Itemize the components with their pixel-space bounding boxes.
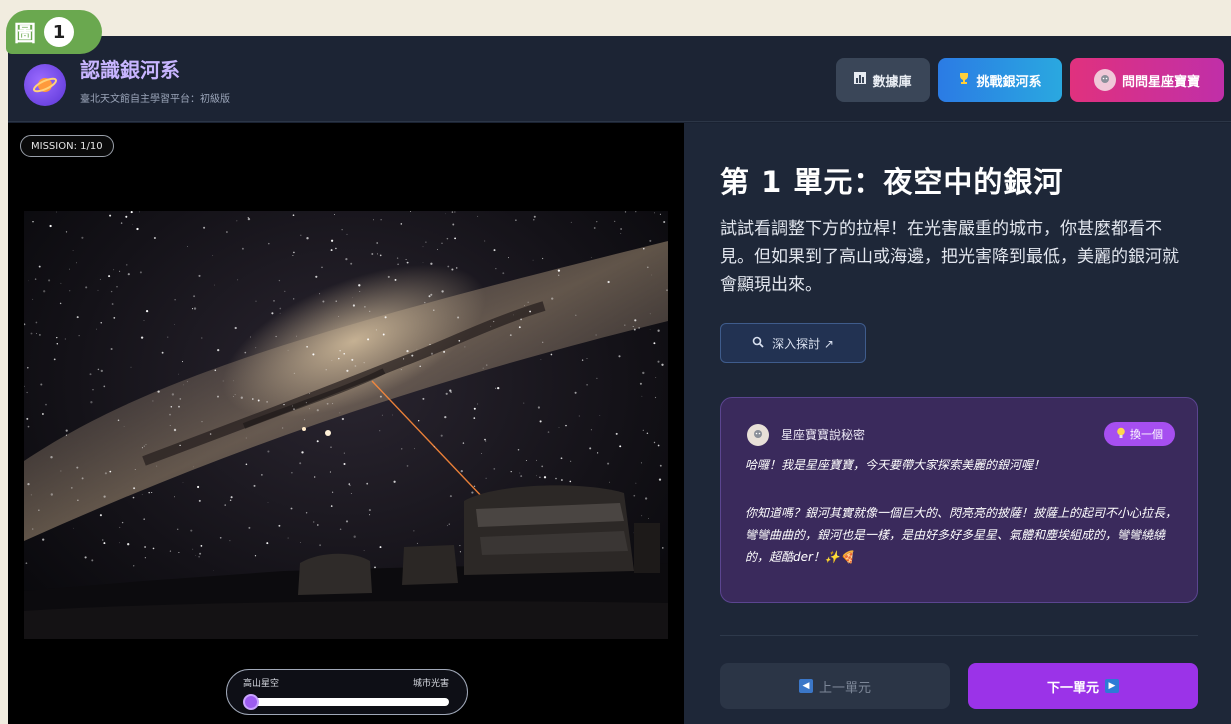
visual-panel: MISSION: 1/10 高山星空 城市光害 (8, 123, 684, 724)
database-label: 數據庫 (872, 74, 912, 90)
secret-title: 星座寶寶說秘密 (781, 428, 866, 442)
lightbulb-icon (1116, 427, 1126, 442)
ask-button[interactable]: 問問星座寶寶 (1070, 58, 1224, 102)
slider-thumb[interactable] (243, 694, 259, 710)
challenge-label: 挑戰銀河系 (976, 74, 1042, 90)
trophy-icon (958, 72, 970, 88)
secret-paragraph-1: 哈囉！我是星座寶寶，今天要帶大家探索美麗的銀河喔！ (745, 458, 1046, 472)
light-pollution-slider[interactable]: 高山星空 城市光害 (226, 669, 468, 715)
next-unit-button[interactable]: 下一單元 ▶ (968, 663, 1198, 709)
challenge-button[interactable]: 挑戰銀河系 (938, 58, 1062, 102)
mission-badge: MISSION: 1/10 (20, 135, 114, 157)
unit-title: 第 1 單元：夜空中的銀河 (720, 165, 1064, 199)
forward-arrow-icon: ▶ (1105, 679, 1119, 693)
divider (720, 635, 1198, 636)
avatar-icon (1093, 69, 1116, 91)
explore-label: 深入探討 ↗ (772, 336, 834, 351)
swap-button[interactable]: 換一個 (1104, 422, 1175, 446)
slider-track[interactable] (247, 698, 449, 706)
secret-card: 星座寶寶說秘密 換一個 哈囉！我是星座寶寶，今天要帶大家探索美麗的銀河喔！ 你知… (720, 397, 1198, 603)
header: 認識銀河系 臺北天文館自主學習平台：初級版 數據庫 挑戰銀河系 問問星座寶寶 (8, 36, 1231, 122)
app-title: 認識銀河系 (80, 58, 180, 82)
prev-unit-button[interactable]: ◀ 上一單元 (720, 663, 950, 709)
app-window: 認識銀河系 臺北天文館自主學習平台：初級版 數據庫 挑戰銀河系 問問星座寶寶 M… (8, 36, 1231, 724)
ask-label: 問問星座寶寶 (1121, 74, 1200, 90)
unit-description: 試試看調整下方的拉桿！在光害嚴重的城市，你甚麼都看不見。但如果到了高山或海邊，把… (720, 219, 1179, 295)
content-panel: 第 1 單元：夜空中的銀河 試試看調整下方的拉桿！在光害嚴重的城市，你甚麼都看不… (684, 123, 1231, 724)
figure-number: 1 (44, 17, 75, 47)
slider-right-label: 城市光害 (412, 679, 449, 689)
secret-paragraph-2: 你知道嗎？銀河其實就像一個巨大的、閃亮亮的披薩！披薩上的起司不小心拉長，彎彎曲曲… (745, 506, 1178, 564)
milky-way-photo (24, 211, 668, 639)
next-unit-label: 下一單元 (1046, 680, 1099, 696)
slider-left-label: 高山星空 (243, 679, 280, 689)
prev-unit-label: 上一單元 (818, 680, 871, 696)
search-icon (752, 336, 764, 351)
back-arrow-icon: ◀ (798, 679, 813, 693)
avatar-icon (747, 424, 769, 446)
explore-button[interactable]: 深入探討 ↗ (720, 323, 866, 363)
swap-label: 換一個 (1130, 428, 1163, 441)
app-subtitle: 臺北天文館自主學習平台：初級版 (80, 94, 230, 105)
database-button[interactable]: 數據庫 (836, 58, 930, 102)
planet-icon (24, 64, 66, 106)
figure-glyph: 圖 (14, 22, 37, 47)
chart-icon (854, 72, 867, 88)
figure-badge: 圖 1 (6, 10, 102, 54)
